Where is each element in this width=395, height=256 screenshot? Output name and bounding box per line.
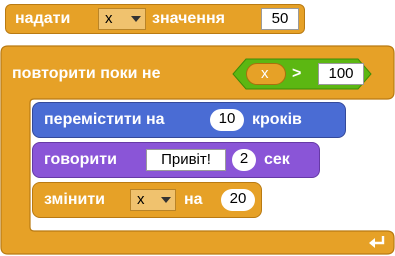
repeat-until-label: повторити поки не: [12, 65, 161, 82]
set-block-label2: значення: [152, 10, 225, 27]
say-seconds-input[interactable]: 2: [232, 149, 256, 171]
change-value-input[interactable]: 20: [221, 189, 255, 211]
change-variable-dropdown[interactable]: x: [130, 189, 176, 211]
say-block-unit: сек: [264, 151, 290, 168]
loop-arrow-icon: [369, 236, 385, 248]
set-value-input[interactable]: 50: [261, 8, 299, 30]
condition-value-input[interactable]: 100: [318, 63, 364, 85]
condition-variable-name: x: [261, 65, 269, 82]
change-block-label2: на: [184, 191, 203, 208]
condition-operator: >: [292, 65, 302, 82]
set-variable-name: x: [105, 10, 113, 27]
condition-variable-reporter[interactable]: x: [246, 63, 286, 85]
set-variable-block[interactable]: надати x значення 50: [5, 4, 305, 34]
change-variable-block[interactable]: змінити x на 20: [32, 182, 262, 218]
change-block-label: змінити: [44, 191, 106, 208]
say-message-input[interactable]: Привіт!: [146, 149, 226, 171]
move-block-unit: кроків: [252, 111, 302, 128]
move-block-label: перемістити на: [44, 111, 165, 128]
chevron-down-icon: [131, 16, 141, 22]
set-block-label: надати: [15, 10, 71, 27]
change-variable-name: x: [137, 191, 145, 208]
chevron-down-icon: [161, 197, 171, 203]
set-variable-dropdown[interactable]: x: [98, 8, 146, 30]
say-for-seconds-block[interactable]: говорити Привіт! 2 сек: [32, 142, 320, 178]
move-steps-input[interactable]: 10: [210, 109, 244, 131]
move-steps-block[interactable]: перемістити на 10 кроків: [32, 102, 346, 138]
say-block-label: говорити: [44, 151, 117, 168]
